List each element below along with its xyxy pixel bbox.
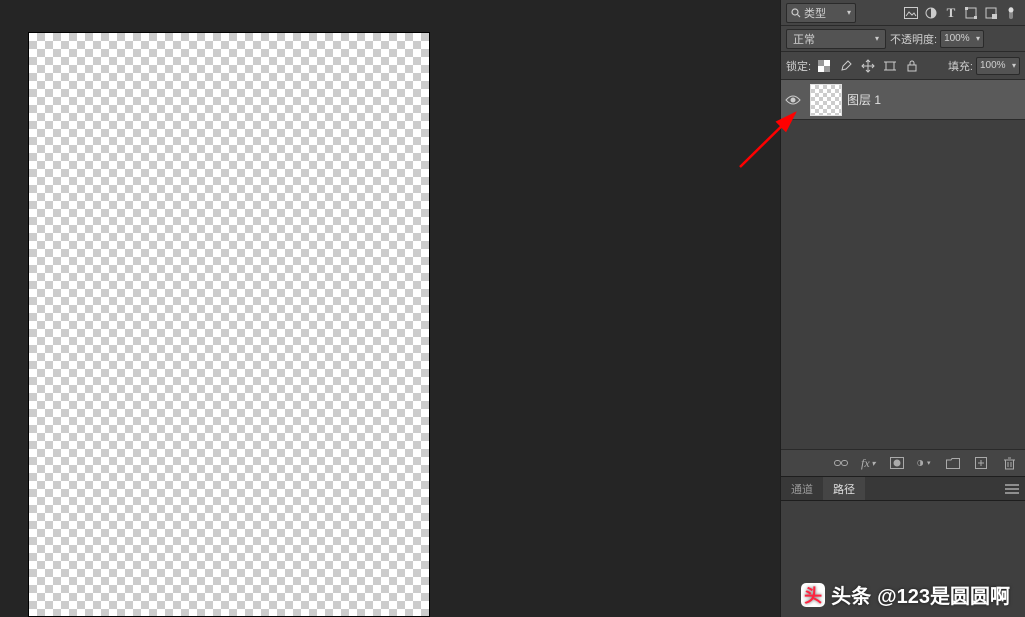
watermark-handle: @123是圆圆啊 [877, 580, 1010, 609]
layer-style-icon[interactable]: fx▾ [861, 455, 877, 471]
group-icon[interactable] [945, 455, 961, 471]
lock-label: 锁定: [786, 58, 811, 74]
blend-mode-value: 正常 [793, 31, 815, 47]
layer-name-label[interactable]: 图层 1 [847, 91, 1019, 108]
layer-thumbnail[interactable] [810, 84, 842, 116]
lock-row: 锁定: 填充: 100% ▾ [781, 52, 1025, 80]
chevron-down-icon: ▾ [976, 34, 980, 43]
watermark-logo-icon: 头 [801, 583, 825, 607]
new-layer-icon[interactable] [973, 455, 989, 471]
watermark-prefix: 头条 [831, 580, 871, 609]
type-filter-icon[interactable]: T [942, 4, 960, 22]
lock-all-icon[interactable] [904, 58, 920, 74]
fill-value: 100% [980, 60, 1006, 71]
lock-pixels-icon[interactable] [838, 58, 854, 74]
opacity-input[interactable]: 100% ▾ [940, 30, 984, 48]
smartobject-filter-icon[interactable] [982, 4, 1000, 22]
search-icon [791, 8, 801, 18]
layer-row[interactable]: 图层 1 [781, 80, 1025, 120]
delete-layer-icon[interactable] [1001, 455, 1017, 471]
blend-mode-dropdown[interactable]: 正常 ▾ [786, 29, 886, 49]
tab-paths[interactable]: 路径 [823, 477, 865, 500]
opacity-value: 100% [944, 33, 970, 44]
lock-artboard-icon[interactable] [882, 58, 898, 74]
secondary-tabs: 通道 路径 [781, 477, 1025, 501]
adjustment-filter-icon[interactable] [922, 4, 940, 22]
fill-input[interactable]: 100% ▾ [976, 57, 1020, 75]
panel-menu-icon[interactable] [999, 484, 1025, 494]
blend-mode-row: 正常 ▾ 不透明度: 100% ▾ [781, 26, 1025, 52]
image-filter-icon[interactable] [902, 4, 920, 22]
chevron-down-icon: ▾ [847, 8, 851, 17]
tab-channels[interactable]: 通道 [781, 477, 823, 500]
layers-list: 图层 1 [781, 80, 1025, 449]
chevron-down-icon: ▾ [875, 34, 879, 43]
shape-filter-icon[interactable] [962, 4, 980, 22]
lock-position-icon[interactable] [860, 58, 876, 74]
opacity-label: 不透明度: [890, 31, 937, 47]
layer-filter-row: 类型 ▾ T [781, 0, 1025, 26]
layer-mask-icon[interactable] [889, 455, 905, 471]
layers-panel: 类型 ▾ T 正常 ▾ 不透明度: 100% ▾ 锁定: [780, 0, 1025, 617]
layers-panel-footer: fx▾ ▾ [781, 449, 1025, 477]
watermark: 头 头条 @123是圆圆啊 [801, 580, 1010, 609]
lock-transparency-icon[interactable] [816, 58, 832, 74]
link-layers-icon[interactable] [833, 455, 849, 471]
filter-kind-dropdown[interactable]: 类型 ▾ [786, 3, 856, 23]
document-canvas[interactable] [28, 32, 430, 617]
visibility-eye-icon[interactable] [785, 94, 801, 106]
adjustment-layer-icon[interactable]: ▾ [917, 455, 933, 471]
filter-kind-label: 类型 [804, 5, 826, 21]
chevron-down-icon: ▾ [1012, 61, 1016, 70]
fill-label: 填充: [948, 58, 973, 74]
filter-toggle-icon[interactable] [1002, 4, 1020, 22]
canvas-workspace [0, 0, 780, 617]
